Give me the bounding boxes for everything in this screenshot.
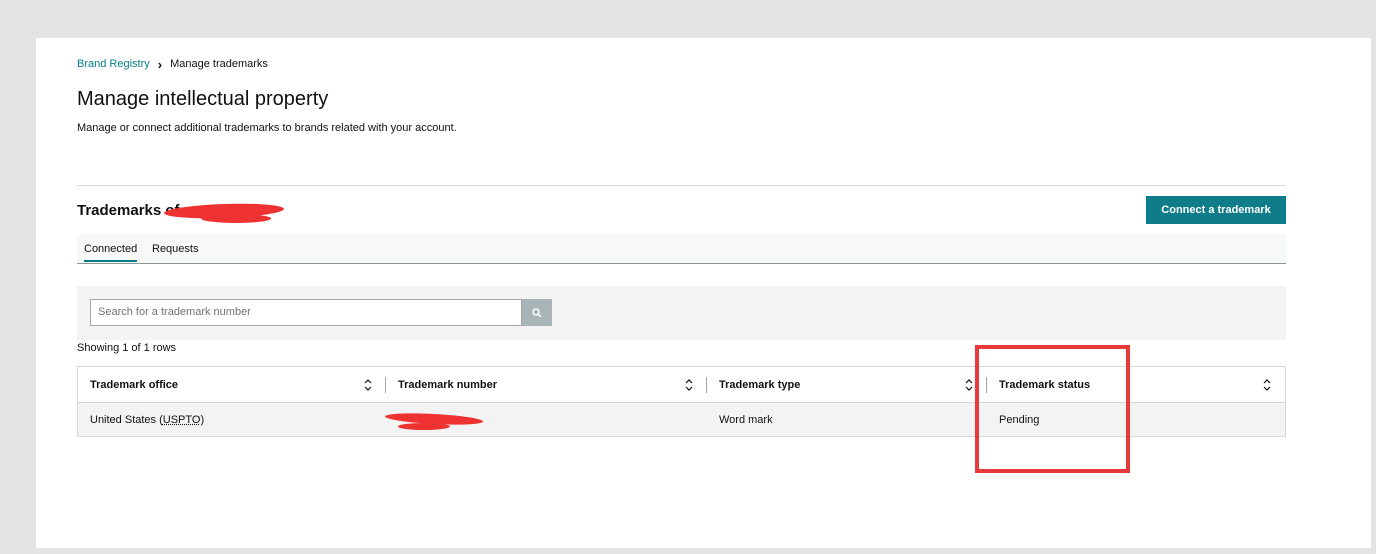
- page-title: Manage intellectual property: [77, 88, 329, 110]
- redaction-mark-number-tail: [398, 423, 450, 430]
- column-header-trademark-type[interactable]: Trademark type: [707, 367, 987, 403]
- sort-icon[interactable]: [685, 378, 693, 392]
- row-count-text: Showing 1 of 1 rows: [77, 342, 177, 354]
- sort-icon[interactable]: [364, 378, 372, 392]
- search-button[interactable]: [522, 299, 552, 326]
- tab-requests[interactable]: Requests: [152, 243, 198, 255]
- column-header-trademark-number[interactable]: Trademark number: [386, 367, 707, 403]
- trademarks-section-title: Trademarks of: [77, 202, 180, 219]
- sort-icon[interactable]: [1263, 378, 1271, 392]
- redaction-mark-brand-tail: [201, 214, 271, 223]
- cell-trademark-type: Word mark: [719, 413, 773, 426]
- cell-trademark-office: United States (USPTO): [90, 413, 205, 426]
- search-input[interactable]: Search for a trademark number: [90, 299, 522, 326]
- main-card: Brand Registry › Manage trademarks Manag…: [36, 38, 1371, 548]
- annotation-highlight-box: [975, 345, 1130, 473]
- connect-trademark-button[interactable]: Connect a trademark: [1146, 196, 1286, 224]
- tab-connected[interactable]: Connected: [84, 243, 138, 262]
- breadcrumb-brand-registry-link[interactable]: Brand Registry: [77, 58, 150, 70]
- tabs-bar: Connected Requests: [77, 234, 1286, 264]
- uspto-link[interactable]: USPTO: [163, 414, 201, 426]
- page-subtitle: Manage or connect additional trademarks …: [77, 122, 457, 134]
- section-divider: [77, 185, 1286, 186]
- breadcrumb: Brand Registry › Manage trademarks: [77, 56, 268, 72]
- breadcrumb-current: Manage trademarks: [170, 58, 268, 70]
- sort-icon[interactable]: [965, 378, 973, 392]
- chevron-right-icon: ›: [157, 56, 163, 72]
- search-icon: [532, 307, 542, 317]
- column-header-trademark-office[interactable]: Trademark office: [78, 367, 386, 403]
- search-bar: Search for a trademark number: [77, 286, 1286, 340]
